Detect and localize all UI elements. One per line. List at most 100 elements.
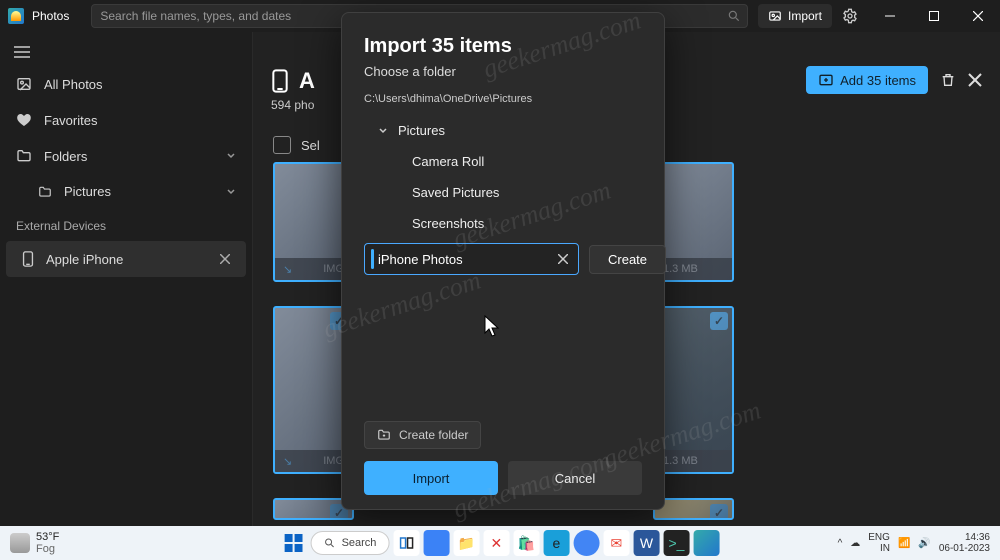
sidebar-item-pictures[interactable]: Pictures	[0, 174, 252, 209]
import-icon	[818, 72, 834, 88]
gear-icon	[842, 8, 858, 24]
dialog-title: Import 35 items	[342, 35, 664, 58]
page-header: A 594 pho	[271, 68, 315, 112]
taskbar-search-label: Search	[342, 537, 377, 549]
import-button[interactable]: Import	[758, 4, 832, 28]
tree-item[interactable]: Screenshots	[364, 208, 642, 239]
chevron-down-icon	[226, 151, 236, 161]
phone-icon	[22, 251, 34, 267]
thumbnail[interactable]: ✓ 1.3 MB	[653, 306, 734, 474]
weather-icon	[10, 533, 30, 553]
taskbar-weather[interactable]: 53°F Fog	[0, 531, 69, 555]
add-items-button[interactable]: Add 35 items	[806, 66, 928, 94]
import-arrow-icon: ↘	[283, 263, 292, 276]
taskbar-app[interactable]: 🛍️	[513, 530, 539, 556]
close-icon	[968, 73, 982, 87]
windows-icon	[285, 534, 303, 552]
folder-icon	[38, 185, 52, 199]
tray-wifi-icon[interactable]: 📶	[898, 538, 910, 549]
taskbar-app[interactable]: ✉	[603, 530, 629, 556]
select-all-checkbox[interactable]	[273, 136, 291, 154]
tray-chevron-icon[interactable]: ^	[838, 538, 843, 549]
taskbar-app-photos[interactable]	[693, 530, 719, 556]
search-icon	[324, 537, 336, 549]
tree-label: Saved Pictures	[412, 185, 499, 200]
tree-item[interactable]: Saved Pictures	[364, 177, 642, 208]
tray-language[interactable]: ENG IN	[868, 532, 890, 554]
sidebar-section-external: External Devices	[0, 209, 252, 239]
delete-button[interactable]	[940, 72, 956, 88]
sidebar-item-folders[interactable]: Folders	[0, 138, 252, 174]
sidebar-item-all-photos[interactable]: All Photos	[0, 66, 252, 102]
tree-label: Camera Roll	[412, 154, 484, 169]
dialog-import-button[interactable]: Import	[364, 461, 498, 495]
create-button[interactable]: Create	[589, 245, 666, 274]
thumb-check-icon: ✓	[710, 504, 728, 520]
close-icon	[558, 254, 568, 264]
new-folder-icon	[377, 428, 391, 442]
sidebar-item-device[interactable]: Apple iPhone	[6, 241, 246, 277]
page-subtitle: 594 pho	[271, 98, 315, 112]
sidebar-item-label: Pictures	[64, 184, 111, 199]
taskbar-app[interactable]: >_	[663, 530, 689, 556]
select-label: Sel	[301, 138, 320, 153]
chevron-down-icon	[226, 187, 236, 197]
sidebar: All Photos Favorites Folders Pictures Ex…	[0, 32, 253, 526]
settings-button[interactable]	[838, 4, 862, 28]
app-title: Photos	[32, 9, 69, 23]
image-icon	[16, 76, 32, 92]
sidebar-item-favorites[interactable]: Favorites	[0, 102, 252, 138]
page-actions: Add 35 items	[806, 66, 982, 94]
thumb-size: 1.3 MB	[663, 263, 698, 275]
heart-icon	[16, 112, 32, 128]
tray-onedrive-icon[interactable]: ☁	[850, 538, 860, 549]
import-icon	[768, 9, 782, 23]
sidebar-item-label: Favorites	[44, 113, 97, 128]
task-view-icon	[399, 536, 413, 550]
tree-label: Screenshots	[412, 216, 484, 231]
thumb-check-icon: ✓	[710, 312, 728, 330]
import-dialog: Import 35 items Choose a folder C:\Users…	[341, 12, 665, 510]
accent-bar	[371, 249, 374, 269]
dialog-cancel-button[interactable]: Cancel	[508, 461, 642, 495]
trash-icon	[940, 72, 956, 88]
import-label: Import	[788, 9, 822, 23]
start-button[interactable]	[281, 530, 307, 556]
tree-item-root[interactable]: Pictures	[364, 115, 642, 146]
select-row: Sel	[273, 136, 320, 154]
taskbar-app[interactable]: e	[543, 530, 569, 556]
phone-icon	[271, 69, 289, 93]
close-button[interactable]	[956, 0, 1000, 32]
clear-input-button[interactable]	[554, 254, 572, 264]
new-folder-row: Create	[342, 239, 664, 275]
device-eject-button[interactable]	[220, 254, 230, 264]
taskbar-tray: ^ ☁ ENG IN 📶 🔊 14:36 06-01-2023	[828, 532, 1000, 554]
taskbar-app[interactable]	[573, 530, 599, 556]
hamburger-button[interactable]	[0, 38, 252, 66]
sidebar-item-label: All Photos	[44, 77, 103, 92]
import-arrow-icon: ↘	[283, 455, 292, 468]
close-panel-button[interactable]	[968, 73, 982, 87]
create-folder-button[interactable]: Create folder	[364, 421, 481, 449]
maximize-button[interactable]	[912, 0, 956, 32]
folder-tree: Pictures Camera Roll Saved Pictures Scre…	[342, 105, 664, 239]
taskbar-search[interactable]: Search	[311, 531, 390, 555]
sidebar-item-label: Folders	[44, 149, 87, 164]
weather-temp: 53°F	[36, 531, 59, 543]
chevron-down-icon	[378, 126, 388, 136]
taskbar-app[interactable]: W	[633, 530, 659, 556]
dialog-subtitle: Choose a folder	[342, 58, 664, 79]
new-folder-input[interactable]	[378, 252, 554, 267]
taskbar-app[interactable]: ✕	[483, 530, 509, 556]
tray-clock[interactable]: 14:36 06-01-2023	[939, 532, 990, 554]
taskbar-center: Search 📁 ✕ 🛍️ e ✉ W >_	[281, 530, 720, 556]
thumbnail[interactable]: ✓	[653, 498, 734, 520]
taskbar-app[interactable]	[423, 530, 449, 556]
minimize-button[interactable]	[868, 0, 912, 32]
taskbar-app[interactable]	[393, 530, 419, 556]
thumb-size: 1.3 MB	[663, 455, 698, 467]
create-folder-label: Create folder	[399, 428, 468, 442]
tray-volume-icon[interactable]: 🔊	[918, 538, 930, 549]
taskbar-app[interactable]: 📁	[453, 530, 479, 556]
tree-item[interactable]: Camera Roll	[364, 146, 642, 177]
